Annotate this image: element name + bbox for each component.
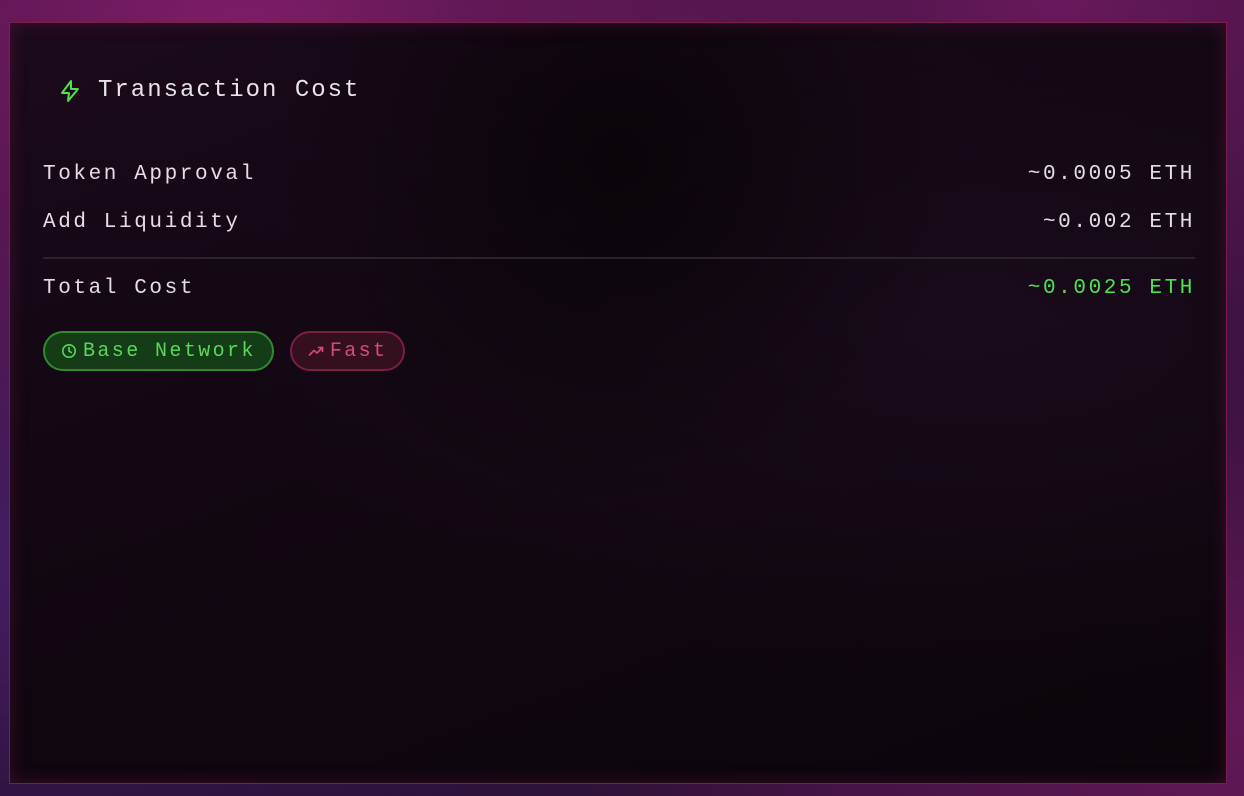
transaction-cost-card: Transaction Cost Token Approval ~0.0005 …	[9, 22, 1227, 784]
card-title: Transaction Cost	[98, 77, 361, 104]
cost-value: ~0.0005 ETH	[1027, 163, 1195, 186]
base-network-badge: Base Network	[43, 331, 274, 371]
divider	[43, 257, 1195, 259]
lightning-icon	[58, 79, 82, 103]
clock-icon	[61, 343, 77, 359]
total-label: Total Cost	[43, 277, 196, 300]
cost-label: Token Approval	[43, 163, 256, 186]
total-value: ~0.0025 ETH	[1027, 277, 1195, 300]
cost-label: Add Liquidity	[43, 211, 241, 234]
cost-row-add-liquidity: Add Liquidity ~0.002 ETH	[43, 211, 1195, 234]
trending-up-icon	[308, 343, 324, 359]
cost-row-token-approval: Token Approval ~0.0005 ETH	[43, 163, 1195, 186]
cost-value: ~0.002 ETH	[1042, 211, 1195, 234]
fast-badge: Fast	[289, 331, 406, 371]
badge-label: Base Network	[83, 339, 256, 363]
card-header: Transaction Cost	[58, 77, 360, 104]
total-cost-row: Total Cost ~0.0025 ETH	[43, 277, 1195, 300]
badge-label: Fast	[329, 339, 388, 363]
badge-group: Base Network Fast	[43, 331, 406, 371]
